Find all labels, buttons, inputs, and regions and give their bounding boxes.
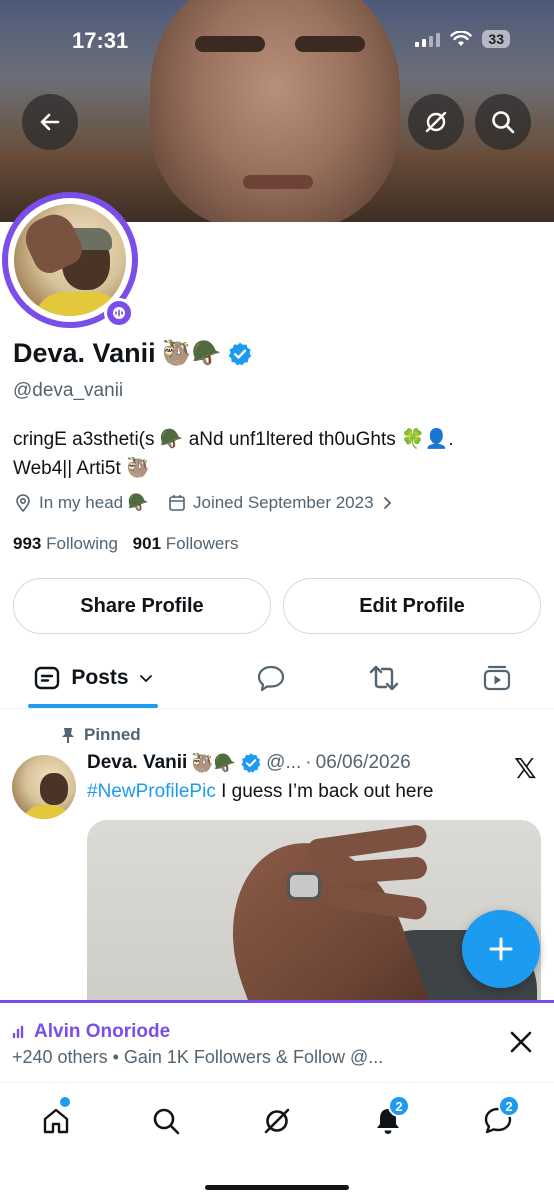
tab-posts[interactable]: Posts xyxy=(28,650,158,706)
search-icon xyxy=(492,111,515,134)
nav-messages[interactable]: 2 xyxy=(476,1095,520,1143)
nav-notifications[interactable]: 2 xyxy=(366,1095,410,1143)
share-profile-button[interactable]: Share Profile xyxy=(13,578,271,634)
plus-icon xyxy=(489,937,513,961)
pinned-indicator: Pinned xyxy=(60,725,141,745)
post-date[interactable]: 06/06/2026 xyxy=(316,752,411,774)
profile-bio: cringE a3stheti(s 🪖 aNd unf1ltered th0uG… xyxy=(13,425,543,483)
live-space-banner[interactable]: Alvin Onoriode +240 others • Gain 1K Fol… xyxy=(0,1000,554,1082)
profile-handle: @deva_vanii xyxy=(13,380,124,401)
followers-label: Followers xyxy=(165,534,239,553)
grok-button[interactable] xyxy=(408,94,464,150)
battery-indicator: 33 xyxy=(482,30,510,48)
divider xyxy=(0,708,554,709)
post-author-handle: @... xyxy=(266,752,302,773)
notifications-badge: 2 xyxy=(388,1095,410,1117)
pinned-label: Pinned xyxy=(84,725,141,744)
tab-media[interactable] xyxy=(472,650,522,706)
post-hashtag[interactable]: #NewProfilePic xyxy=(87,781,216,802)
status-time: 17:31 xyxy=(72,28,129,53)
close-space-button[interactable] xyxy=(508,1029,534,1061)
nav-home[interactable] xyxy=(34,1097,78,1143)
following-count: 993 xyxy=(13,534,42,553)
compose-post-button[interactable] xyxy=(462,910,540,988)
edit-profile-button[interactable]: Edit Profile xyxy=(283,578,541,634)
media-icon xyxy=(483,665,511,691)
wifi-icon xyxy=(450,31,473,46)
home-new-dot xyxy=(60,1097,70,1107)
bottom-navigation: 2 2 xyxy=(0,1082,554,1200)
tab-reposts[interactable] xyxy=(359,650,409,706)
search-button[interactable] xyxy=(475,94,531,150)
banner-decoration xyxy=(295,36,365,52)
arrow-left-icon xyxy=(40,113,60,131)
chevron-right-icon[interactable] xyxy=(380,496,394,510)
followers-count: 901 xyxy=(132,534,162,553)
chevron-down-icon[interactable] xyxy=(139,671,153,685)
avatar xyxy=(14,204,126,316)
follow-stats: 993 Following 901 Followers xyxy=(13,534,239,554)
home-indicator xyxy=(205,1185,349,1190)
post-header: Deva. Vanii 🦥🪖 @... · 06/06/2026 xyxy=(87,752,411,774)
pin-icon xyxy=(62,728,74,743)
post-separator: · xyxy=(305,752,312,773)
space-subtitle: +240 others • Gain 1K Followers & Follow… xyxy=(12,1047,384,1067)
profile-meta: In my head 🪖 Joined September 2023 xyxy=(13,493,394,513)
bio-line: cringE a3stheti(s 🪖 aNd unf1ltered th0uG… xyxy=(13,429,454,450)
repost-icon xyxy=(369,665,399,691)
close-icon xyxy=(510,1031,532,1053)
posts-icon xyxy=(35,666,60,690)
location-icon xyxy=(16,494,30,513)
tab-posts-label: Posts xyxy=(71,666,129,689)
space-host-name: Alvin Onoriode xyxy=(34,1021,171,1042)
banner-decoration xyxy=(243,175,313,189)
bio-line: Web4|| Arti5t 🦥 xyxy=(13,458,150,479)
signal-icon xyxy=(415,31,441,47)
post-text: #NewProfilePic I guess I’m back out here xyxy=(87,781,433,803)
nav-search[interactable] xyxy=(144,1099,188,1143)
profile-name: Deva. Vanii 🦥🪖 xyxy=(13,338,253,369)
search-icon xyxy=(153,1108,180,1135)
reply-bubble-icon xyxy=(257,665,285,692)
back-button[interactable] xyxy=(22,94,78,150)
followers-link[interactable]: 901 Followers xyxy=(133,534,239,553)
x-logo-icon[interactable]: 𝕏 xyxy=(514,752,537,785)
display-name: Deva. Vanii xyxy=(13,338,156,368)
post-author-emoji: 🦥🪖 xyxy=(191,752,237,773)
profile-tabs: Posts xyxy=(0,650,554,708)
grok-icon xyxy=(425,111,447,133)
post-body: I guess I’m back out here xyxy=(215,781,434,802)
name-emoji: 🦥🪖 xyxy=(161,340,222,367)
space-host: Alvin Onoriode xyxy=(12,1021,170,1043)
verified-badge-icon[interactable] xyxy=(227,341,253,367)
tab-replies[interactable] xyxy=(246,650,296,706)
nav-grok[interactable] xyxy=(255,1099,299,1143)
home-icon xyxy=(43,1108,69,1134)
space-live-icon xyxy=(104,298,134,328)
verified-badge-icon xyxy=(241,753,261,773)
following-link[interactable]: 993 Following xyxy=(13,534,118,553)
joined-date[interactable]: Joined September 2023 xyxy=(193,493,374,513)
grok-icon xyxy=(264,1108,290,1134)
messages-badge: 2 xyxy=(498,1095,520,1117)
post-author-name[interactable]: Deva. Vanii xyxy=(87,752,187,774)
status-indicators: 33 xyxy=(415,30,510,48)
audio-bars-icon xyxy=(12,1025,24,1039)
calendar-icon xyxy=(169,495,185,511)
location-text: In my head 🪖 xyxy=(39,493,149,512)
post-author-avatar[interactable] xyxy=(12,755,76,819)
following-label: Following xyxy=(46,534,118,553)
banner-decoration xyxy=(195,36,265,52)
